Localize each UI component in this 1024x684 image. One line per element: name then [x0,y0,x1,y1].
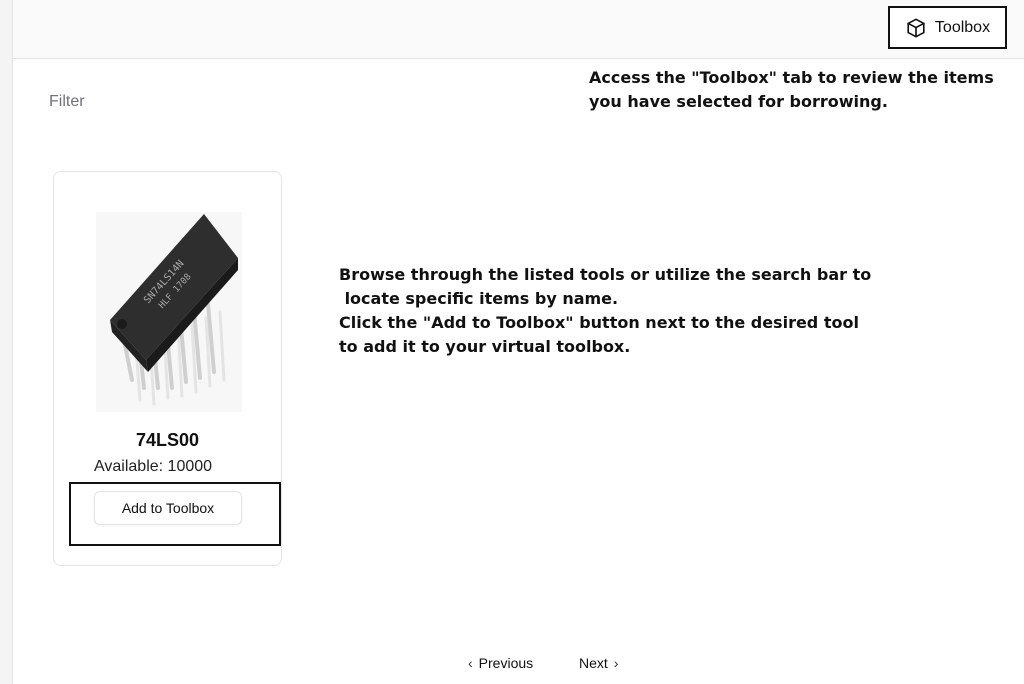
previous-label: Previous [478,655,534,671]
left-rail [0,0,13,684]
top-bar [13,0,1024,59]
browse-instruction-note: Browse through the listed tools or utili… [339,265,872,356]
package-icon [905,17,927,39]
chevron-left-icon: ‹ [468,655,473,671]
toolbox-button[interactable]: Toolbox [888,6,1007,49]
add-to-toolbox-button[interactable]: Add to Toolbox [94,491,242,525]
chevron-right-icon: › [613,655,619,671]
previous-page-button[interactable]: ‹ Previous [468,655,533,671]
next-page-button[interactable]: Next › [579,655,618,671]
availability-label: Available: [94,458,164,475]
availability-count: 10000 [167,458,213,475]
toolbox-instruction-note: Access the "Toolbox" tab to review the i… [589,68,994,111]
next-label: Next [579,655,608,671]
product-image: SN74LS14N HLF 1708 [96,212,242,412]
product-name: 74LS00 [135,430,200,450]
toolbox-button-label: Toolbox [934,18,991,36]
availability: Available: 10000 [94,458,212,476]
filter-label[interactable]: Filter [49,93,85,111]
